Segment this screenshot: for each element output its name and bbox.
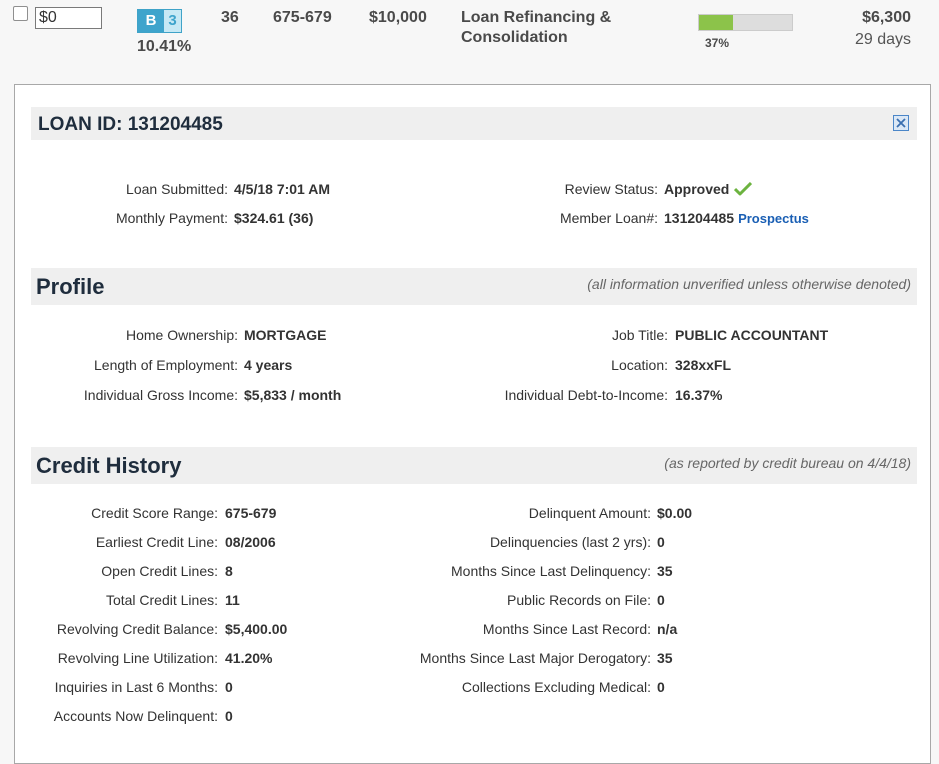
kv-label: Location: <box>611 357 668 373</box>
loan-listing-row: $0 B 3 10.41% 36 675-679 $10,000 Loan Re… <box>0 0 939 84</box>
kv-label: Member Loan#: <box>559 210 658 226</box>
kv-value: 16.37% <box>675 387 723 403</box>
review-status-value: Approved <box>664 181 730 197</box>
kv-label: Months Since Last Major Derogatory: <box>419 650 651 666</box>
kv-value: 131204485 Prospectus <box>664 210 809 226</box>
close-icon[interactable] <box>893 115 909 131</box>
kv-value: Approved <box>664 181 753 197</box>
kv-label: Delinquent Amount: <box>528 505 651 521</box>
time-left: 29 days <box>854 31 911 48</box>
funding-progress-fill <box>699 15 734 30</box>
credit-history-header: Credit History (as reported by credit bu… <box>31 447 917 484</box>
kv-value: 35 <box>657 650 673 666</box>
kv-label: Individual Debt-to-Income: <box>504 387 668 403</box>
kv-value: 328xxFL <box>675 357 732 373</box>
kv-value: 0 <box>657 534 665 550</box>
kv-value: n/a <box>657 621 678 637</box>
select-loan-checkbox[interactable] <box>13 6 28 21</box>
kv-label: Accounts Now Delinquent: <box>53 708 218 724</box>
kv-label: Delinquencies (last 2 yrs): <box>489 534 651 550</box>
profile-note: (all information unverified unless other… <box>587 276 911 292</box>
kv-label: Months Since Last Record: <box>482 621 651 637</box>
amount-remaining: $6,300 <box>862 9 911 26</box>
prospectus-link[interactable]: Prospectus <box>738 211 809 226</box>
grade-letter: B <box>138 10 164 32</box>
credit-history-note: (as reported by credit bureau on 4/4/18) <box>664 455 911 471</box>
profile-header: Profile (all information unverified unle… <box>31 268 917 305</box>
kv-value: $0.00 <box>657 505 693 521</box>
loan-detail-panel: LOAN ID: 131204485 Loan Submitted: 4/5/1… <box>14 84 931 764</box>
checkmark-icon <box>734 182 753 196</box>
credit-history-title: Credit History <box>36 453 182 478</box>
kv-label: Public Records on File: <box>507 592 651 608</box>
kv-label: Review Status: <box>564 181 658 197</box>
kv-value: 0 <box>225 708 233 724</box>
kv-value: 35 <box>657 563 673 579</box>
loan-grade-badge: B 3 <box>137 9 182 33</box>
kv-value: PUBLIC ACCOUNTANT <box>675 327 829 343</box>
funding-progress-bar <box>698 14 793 31</box>
loan-id-header: LOAN ID: 131204485 <box>31 107 917 140</box>
kv-label: Months Since Last Delinquency: <box>451 563 651 579</box>
interest-rate: 10.41% <box>137 38 192 55</box>
funding-percent: 37% <box>705 36 730 50</box>
loan-id-title: LOAN ID: 131204485 <box>38 114 223 135</box>
kv-value: 0 <box>657 592 665 608</box>
member-loan-value: 131204485 <box>664 210 735 226</box>
kv-value: 0 <box>657 679 665 695</box>
loan-amount: $10,000 <box>369 9 427 26</box>
fico-range: 675-679 <box>273 9 332 26</box>
profile-title: Profile <box>36 274 105 299</box>
loan-term: 36 <box>221 9 239 26</box>
loan-purpose: Loan Refinancing & Consolidation <box>461 9 612 46</box>
invest-amount-input[interactable]: $0 <box>35 7 102 29</box>
kv-label: Collections Excluding Medical: <box>461 679 651 695</box>
kv-label: Job Title: <box>611 327 668 343</box>
grade-subgrade: 3 <box>164 10 181 32</box>
